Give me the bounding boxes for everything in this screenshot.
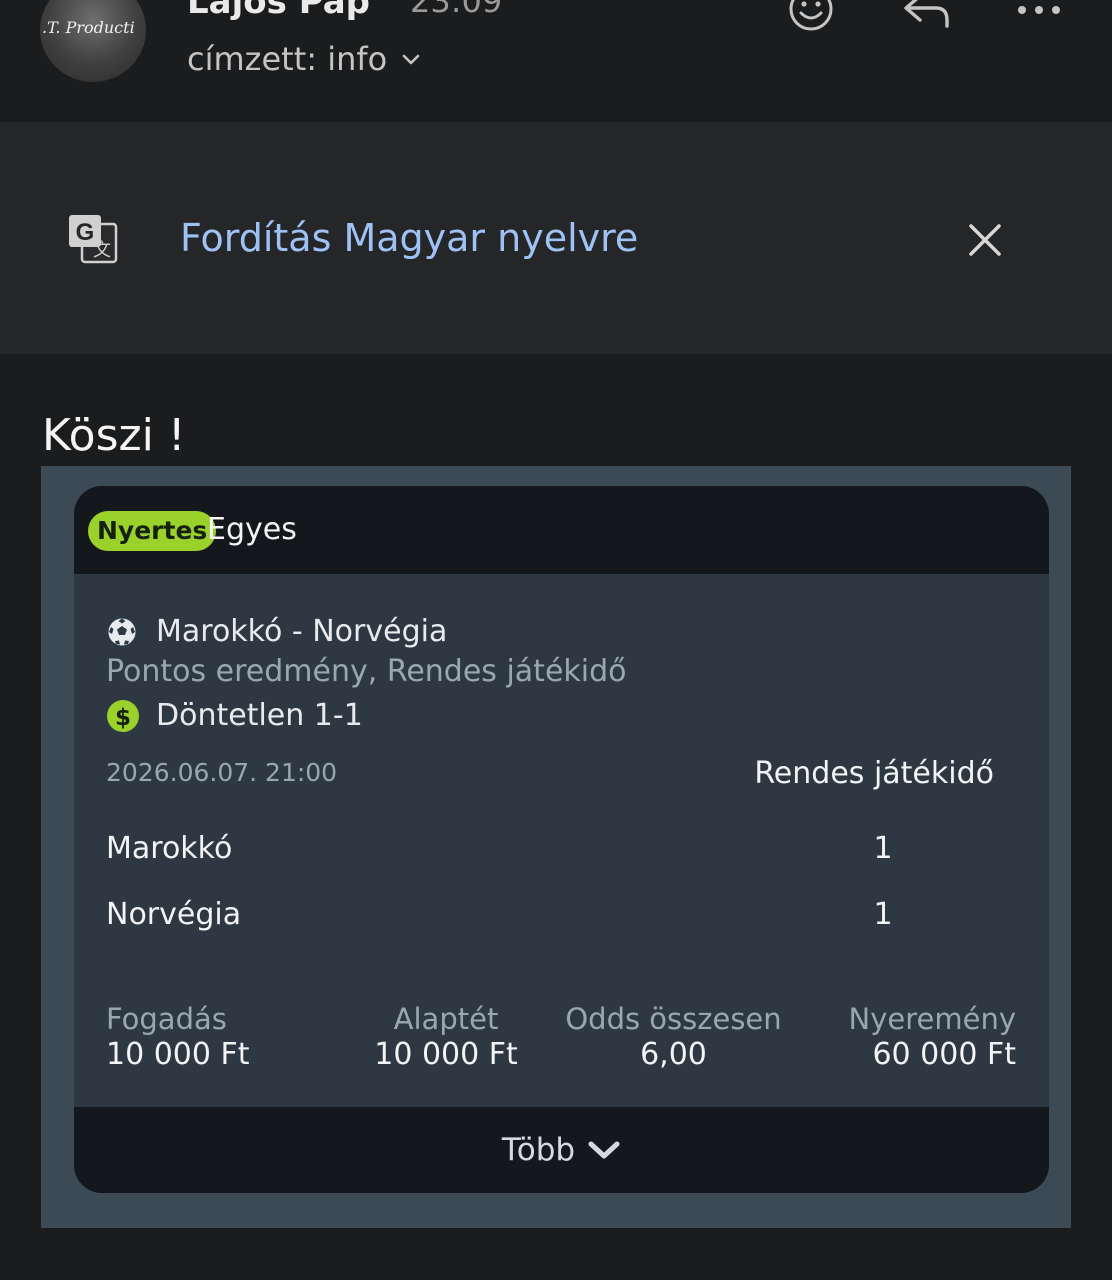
chevron-down-icon xyxy=(402,54,420,65)
score-row: Norvégia 1 xyxy=(106,897,986,937)
period-label: Rendes játékidő xyxy=(754,756,994,791)
sent-time: 23:09 xyxy=(410,0,503,20)
status-badge: Nyertes xyxy=(88,511,217,551)
summary-value: 10 000 Ft xyxy=(106,1037,250,1072)
summary-winnings: Nyeremény 60 000 Ft xyxy=(849,1001,1016,1073)
more-label: Több xyxy=(501,1132,576,1168)
chevron-down-icon xyxy=(588,1141,620,1159)
soccer-ball-icon xyxy=(107,617,137,646)
more-button[interactable]: Több xyxy=(74,1107,1049,1193)
match-name: Marokkó - Norvégia xyxy=(156,614,448,649)
summary-value: 60 000 Ft xyxy=(872,1037,1016,1072)
smiley-icon[interactable] xyxy=(788,0,834,32)
translate-bar: G 文 Fordítás Magyar nyelvre xyxy=(0,122,1112,354)
score-row: Marokkó 1 xyxy=(106,831,986,871)
dollar-coin-icon: $ xyxy=(107,699,139,732)
pick-row: $ Döntetlen 1-1 xyxy=(106,698,363,733)
email-header: .T. Producti Lajos Pap 23:09 címzett: in… xyxy=(0,0,1112,122)
ticket-header: Nyertes Egyes xyxy=(74,486,1049,574)
reply-icon[interactable] xyxy=(900,0,952,30)
summary-base-stake: Alaptét 10 000 Ft xyxy=(366,1001,526,1073)
bet-summary: Fogadás 10 000 Ft Alaptét 10 000 Ft Odds… xyxy=(106,1001,1016,1081)
sender-avatar[interactable]: .T. Producti xyxy=(40,0,146,82)
summary-label: Nyeremény xyxy=(848,1002,1016,1036)
avatar-text: .T. Producti xyxy=(42,18,135,37)
match-row: Marokkó - Norvégia xyxy=(106,614,447,649)
recipient-toggle[interactable]: címzett: info xyxy=(187,40,421,78)
match-datetime: 2026.06.07. 21:00 xyxy=(106,758,338,787)
sender-name[interactable]: Lajos Pap xyxy=(187,0,370,22)
message-greeting: Köszi ! xyxy=(42,410,186,461)
translate-link[interactable]: Fordítás Magyar nyelvre xyxy=(180,216,638,260)
team-name: Marokkó xyxy=(106,831,233,866)
translate-icon: G 文 xyxy=(69,215,118,264)
summary-label: Alaptét xyxy=(393,1002,499,1036)
team-score: 1 xyxy=(873,831,893,866)
pick-label: Döntetlen 1-1 xyxy=(156,698,363,733)
market-name: Pontos eredmény, Rendes játékidő xyxy=(106,654,627,689)
more-options-icon[interactable] xyxy=(1016,0,1062,20)
bet-ticket: Nyertes Egyes Marokkó - Norvégia Pontos … xyxy=(74,486,1049,1193)
summary-label: Fogadás xyxy=(106,1002,227,1036)
attached-image[interactable]: Nyertes Egyes Marokkó - Norvégia Pontos … xyxy=(41,466,1071,1228)
summary-stake: Fogadás 10 000 Ft xyxy=(106,1001,250,1073)
summary-label: Odds összesen xyxy=(565,1002,782,1036)
team-score: 1 xyxy=(873,897,893,932)
svg-text:$: $ xyxy=(115,705,131,731)
recipient-label: címzett: info xyxy=(187,40,388,78)
summary-total-odds: Odds összesen 6,00 xyxy=(561,1001,786,1073)
ticket-footer: Több xyxy=(74,1107,1049,1193)
bet-type: Egyes xyxy=(207,512,297,547)
summary-value: 10 000 Ft xyxy=(374,1037,518,1072)
summary-value: 6,00 xyxy=(640,1037,707,1072)
svg-text:G: G xyxy=(76,219,95,246)
team-name: Norvégia xyxy=(106,897,242,932)
close-icon[interactable] xyxy=(966,221,1004,259)
svg-text:文: 文 xyxy=(93,240,111,261)
